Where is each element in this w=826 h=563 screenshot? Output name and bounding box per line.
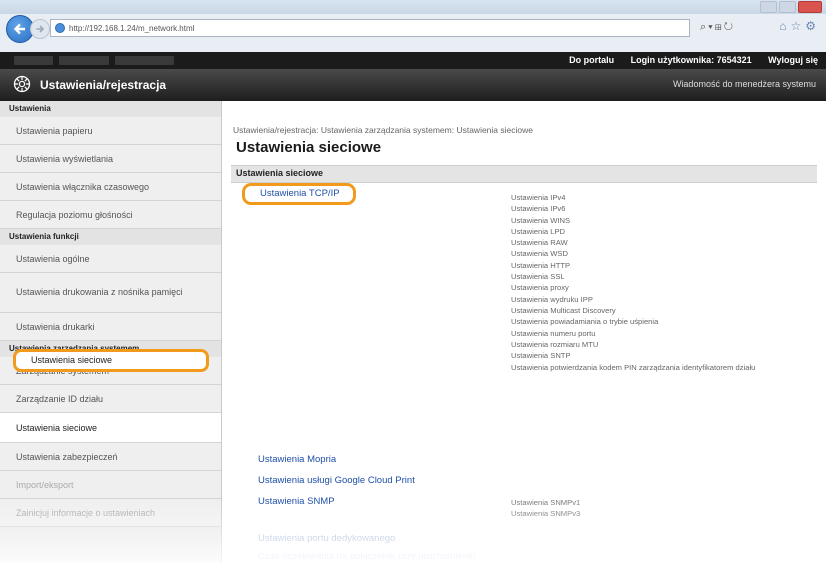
sidebar: Ustawienia Ustawienia papieru Ustawienia… xyxy=(0,101,222,563)
list-item: Ustawienia proxy xyxy=(511,283,569,293)
snmp-settings-link[interactable]: Ustawienia SNMP xyxy=(258,496,335,507)
address-tools-icon[interactable]: ⌕▾⊞↻ xyxy=(700,21,735,34)
sidebar-item-paper[interactable]: Ustawienia papieru xyxy=(0,117,221,145)
list-item: Ustawienia SNTP xyxy=(511,351,571,361)
device-name-logo xyxy=(14,56,174,65)
minimize-icon[interactable] xyxy=(760,1,777,13)
top-links: Do portalu Login użytkownika: 7654321 Wy… xyxy=(555,55,818,65)
site-top-bar: Do portalu Login użytkownika: 7654321 Wy… xyxy=(0,52,826,69)
list-item: Ustawienia SNMPv1 xyxy=(511,498,581,507)
settings-gear-icon xyxy=(13,75,31,93)
sidebar-item-label: Ustawienia sieciowe xyxy=(16,422,98,433)
breadcrumb: Ustawienia/rejestracja: Ustawienia zarzą… xyxy=(233,125,533,135)
sidebar-item-init-settings[interactable]: Zainicjuj informacje o ustawieniach xyxy=(0,499,221,527)
list-item: Ustawienia HTTP xyxy=(511,260,571,270)
mopria-settings-link[interactable]: Ustawienia Mopria xyxy=(258,454,336,465)
dedicated-port-link[interactable]: Ustawienia portu dedykowanego xyxy=(258,533,395,544)
sidebar-item-network-active[interactable]: Ustawienia sieciowe xyxy=(0,413,221,443)
section-title: Ustawienia sieciowe xyxy=(236,168,324,178)
main-content: Ustawienia/rejestracja: Ustawienia zarzą… xyxy=(222,101,826,563)
window-title-strip xyxy=(0,0,826,14)
sidebar-item-media-print[interactable]: Ustawienia drukowania z nośnika pamięci xyxy=(0,273,221,313)
list-item: Ustawienia powiadamiania o trybie uśpien… xyxy=(511,317,659,327)
sidebar-item-timer[interactable]: Ustawienia włącznika czasowego xyxy=(0,173,221,201)
list-item: Ustawienia WINS xyxy=(511,215,571,225)
sidebar-item-import-export[interactable]: Import/eksport xyxy=(0,471,221,499)
startup-timeout-link[interactable]: Czas oczekiwania na połączenie przy uruc… xyxy=(258,551,476,562)
url-text: http://192.168.1.24/m_network.html xyxy=(69,23,195,33)
list-item: Ustawienia IPv6 xyxy=(511,204,566,214)
logout-link[interactable]: Wyloguj się xyxy=(768,55,818,65)
browser-tools-icon[interactable]: ⌂☆⚙ xyxy=(779,19,820,33)
list-item: Ustawienia RAW xyxy=(511,238,568,248)
section-header: Ustawienia sieciowe xyxy=(231,165,817,183)
snmp-sub-list: Ustawienia SNMPv1 Ustawienia SNMPv3 xyxy=(511,498,580,521)
sidebar-item-general[interactable]: Ustawienia ogólne xyxy=(0,245,221,273)
arrow-left-icon xyxy=(13,23,25,35)
sidebar-item-security[interactable]: Ustawienia zabezpieczeń xyxy=(0,443,221,471)
page-title: Ustawienia sieciowe xyxy=(236,139,382,156)
admin-message-link[interactable]: Wiadomość do menedżera systemu xyxy=(673,79,816,89)
portal-link[interactable]: Do portalu xyxy=(569,55,614,65)
sidebar-active-label[interactable]: Ustawienia sieciowe xyxy=(31,355,112,365)
page-header: Ustawienia/rejestracja Wiadomość do mene… xyxy=(0,69,826,101)
close-icon[interactable] xyxy=(798,1,822,13)
login-label: Login użytkownika: 7654321 xyxy=(630,55,752,65)
tcpip-sub-list: Ustawienia IPv4 Ustawienia IPv6 Ustawien… xyxy=(511,193,801,373)
forward-button[interactable] xyxy=(30,19,50,39)
sidebar-item-display[interactable]: Ustawienia wyświetlania xyxy=(0,145,221,173)
tcpip-settings-link[interactable]: Ustawienia TCP/IP xyxy=(260,188,340,199)
sidebar-group-title: Ustawienia funkcji xyxy=(0,229,221,245)
page-header-title: Ustawienia/rejestracja xyxy=(40,78,167,92)
list-item: Ustawienia SNMPv3 xyxy=(511,509,581,519)
list-item: Ustawienia rozmiaru MTU xyxy=(511,339,599,349)
sidebar-item-volume[interactable]: Regulacja poziomu głośności xyxy=(0,201,221,229)
list-item: Ustawienia LPD xyxy=(511,226,566,236)
sidebar-item-printer[interactable]: Ustawienia drukarki xyxy=(0,313,221,341)
window-controls xyxy=(760,1,822,13)
page-icon xyxy=(55,23,65,33)
list-item: Ustawienia potwierdzania kodem PIN zarzą… xyxy=(511,363,756,373)
list-item: Ustawienia wydruku IPP xyxy=(511,294,593,304)
list-item: Ustawienia WSD xyxy=(511,249,568,259)
browser-toolbar: http://192.168.1.24/m_network.html ⌕▾⊞↻ … xyxy=(0,0,826,52)
list-item: Ustawienia SSL xyxy=(511,272,565,282)
list-item: Ustawienia IPv4 xyxy=(511,193,566,202)
arrow-right-icon xyxy=(36,25,45,33)
google-cloud-print-link[interactable]: Ustawienia usługi Google Cloud Print xyxy=(258,475,415,486)
list-item: Ustawienia numeru portu xyxy=(511,328,596,338)
maximize-icon[interactable] xyxy=(779,1,796,13)
sidebar-group-title: Ustawienia xyxy=(0,101,221,117)
list-item: Ustawienia Multicast Discovery xyxy=(511,305,616,315)
address-bar[interactable]: http://192.168.1.24/m_network.html xyxy=(50,19,690,37)
sidebar-item-dept-id[interactable]: Zarządzanie ID działu xyxy=(0,385,221,413)
